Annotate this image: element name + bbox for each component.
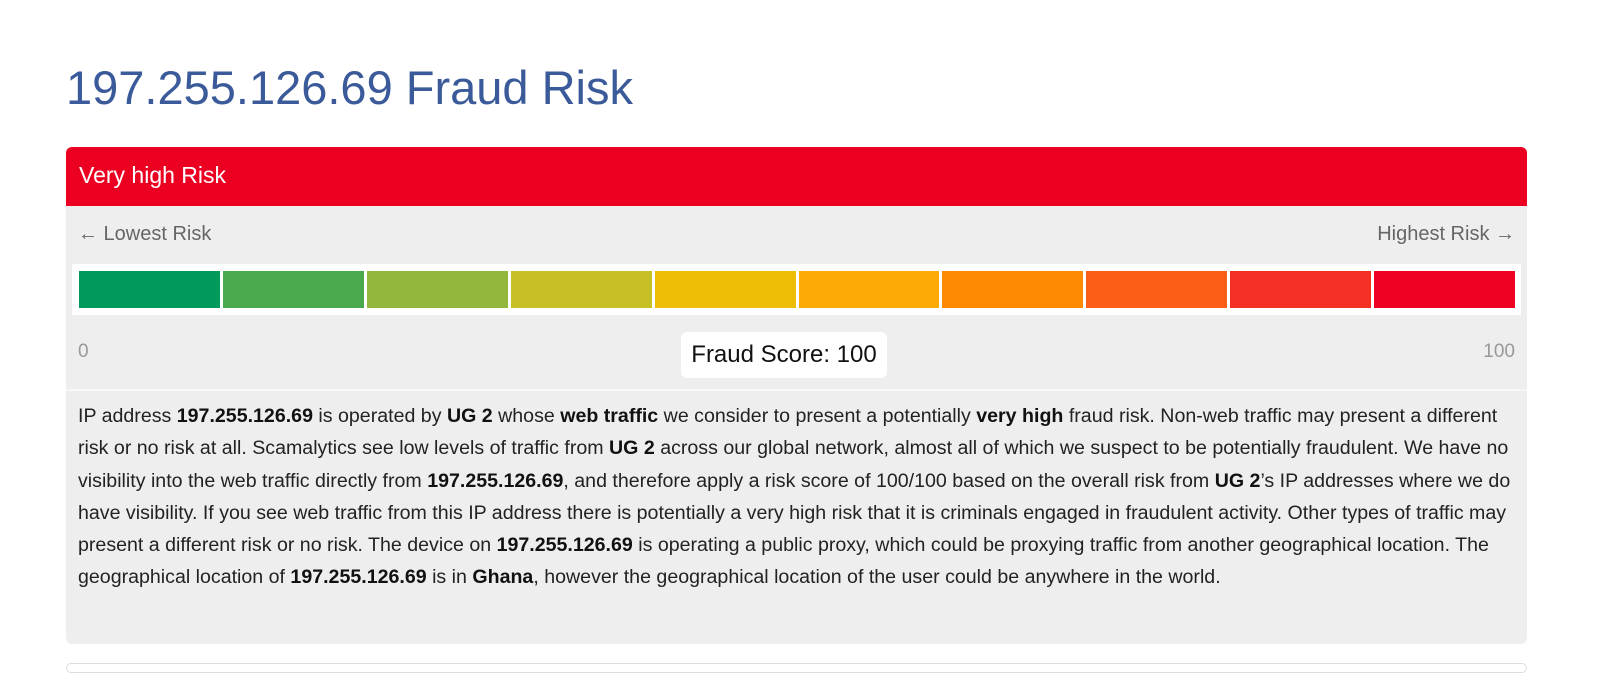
scale-max-label: 100 [1483, 341, 1515, 362]
description-highlight: UG 2 [1214, 469, 1261, 492]
highest-risk-label: Highest Risk → [1377, 223, 1515, 245]
risk-level-header: Very high Risk [66, 147, 1527, 206]
description-highlight: 197.255.126.69 [427, 469, 564, 492]
risk-scale-bar [72, 264, 1521, 315]
description-highlight: UG 2 [446, 405, 493, 427]
risk-segment-8 [1086, 271, 1228, 308]
description-text: is in [426, 566, 473, 589]
fraud-score-badge: Fraud Score: 100 [681, 332, 887, 378]
lowest-risk-label: ← Lowest Risk [78, 223, 212, 245]
scale-min-label: 0 [78, 341, 89, 362]
description-text: we consider to present a potentially [658, 405, 977, 427]
risk-segment-6 [798, 271, 940, 308]
description-text: IP address [78, 405, 177, 427]
next-section-card [66, 663, 1527, 673]
description-text: , and therefore apply a risk score of 10… [563, 469, 1215, 492]
risk-segment-7 [942, 271, 1084, 308]
description-highlight: very high [976, 405, 1064, 427]
risk-segment-9 [1230, 271, 1372, 308]
description-highlight: 197.255.126.69 [176, 405, 313, 427]
risk-description: IP address 197.255.126.69 is operated by… [66, 391, 1527, 594]
description-highlight: UG 2 [609, 437, 655, 460]
description-text: is operated by [312, 405, 447, 427]
risk-segment-2 [222, 271, 364, 308]
risk-gauge: ← Lowest Risk Highest Risk → 0 Fraud Sco… [66, 206, 1527, 389]
page-title: 197.255.126.69 Fraud Risk [66, 61, 633, 114]
risk-segment-10 [1374, 271, 1516, 308]
description-highlight: 197.255.126.69 [496, 534, 633, 557]
description-text: , however the geographical location of t… [533, 566, 1221, 589]
description-highlight: 197.255.126.69 [290, 566, 427, 589]
risk-segment-1 [79, 271, 220, 308]
description-highlight: web traffic [560, 405, 659, 427]
description-highlight: Ghana [472, 566, 534, 589]
risk-segment-4 [510, 271, 652, 308]
risk-segment-3 [366, 271, 508, 308]
description-text: whose [492, 405, 561, 427]
risk-segment-5 [654, 271, 796, 308]
risk-card: Very high Risk ← Lowest Risk Highest Ris… [66, 147, 1527, 644]
